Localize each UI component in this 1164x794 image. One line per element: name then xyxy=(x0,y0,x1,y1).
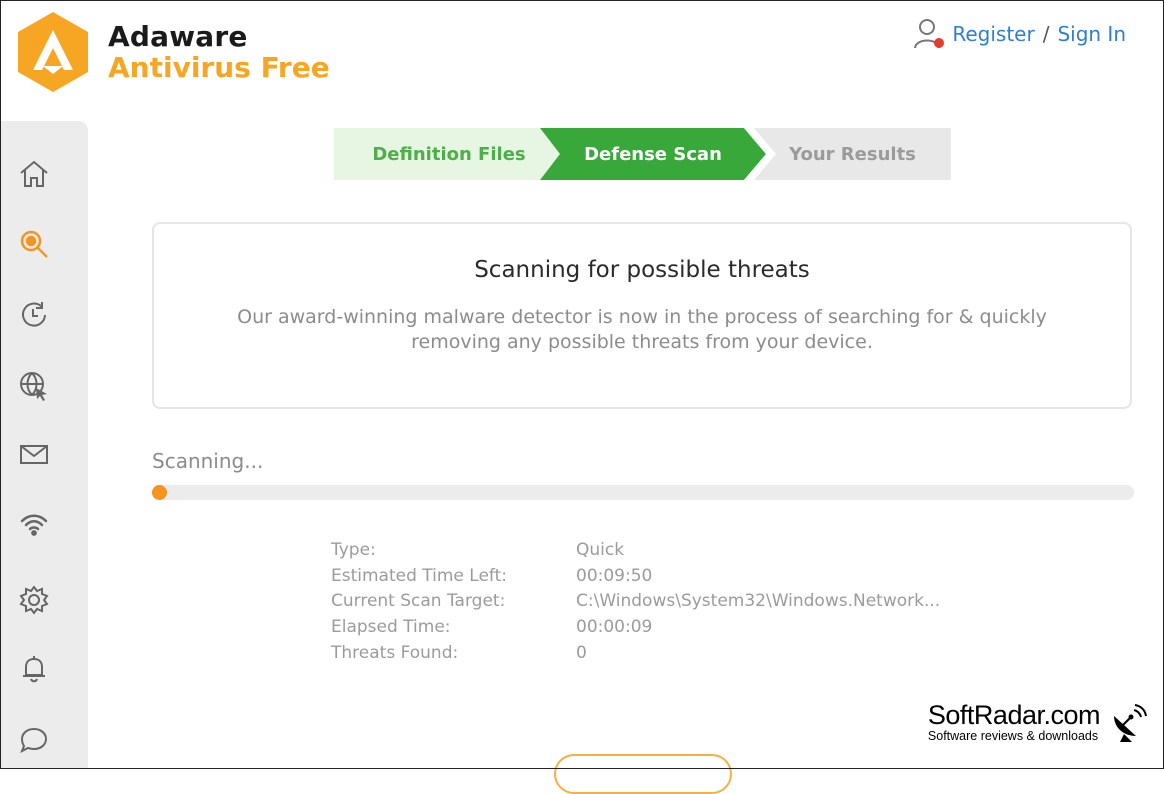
detail-label: Elapsed Time: xyxy=(331,617,451,638)
watermark-subtitle: Software reviews & downloads xyxy=(927,729,1099,743)
detail-row: Threats Found: 0 xyxy=(331,640,966,666)
detail-row: Estimated Time Left: 00:09:50 xyxy=(331,563,966,589)
detail-row: Elapsed Time: 00:00:09 xyxy=(331,614,966,640)
scan-progress-bar xyxy=(152,485,1134,500)
detail-label: Current Scan Target: xyxy=(331,591,506,612)
detail-label: Threats Found: xyxy=(331,643,459,664)
detail-value: 00:09:50 xyxy=(576,565,653,586)
web-protection-icon[interactable] xyxy=(17,369,51,403)
card-description: Our award-winning malware detector is no… xyxy=(237,306,1047,353)
detail-row: Current Scan Target: C:\Windows\System32… xyxy=(331,589,966,615)
history-icon[interactable] xyxy=(17,298,51,332)
notifications-icon[interactable] xyxy=(17,651,51,685)
detail-value: 0 xyxy=(576,643,587,664)
scanning-status: Scanning... xyxy=(152,449,264,473)
adaware-logo xyxy=(18,12,88,92)
wifi-icon[interactable] xyxy=(17,507,51,541)
user-icon[interactable] xyxy=(914,18,945,50)
step-your-results[interactable]: Your Results xyxy=(754,128,951,180)
home-icon[interactable] xyxy=(17,157,51,191)
detail-label: Type: xyxy=(331,539,376,560)
watermark-title: SoftRadar.com xyxy=(927,700,1101,730)
sign-in-link[interactable]: Sign In xyxy=(1057,22,1126,46)
progress-indicator xyxy=(152,485,167,500)
account-links: Register / Sign In xyxy=(914,18,1126,50)
detail-value: Quick xyxy=(576,539,625,560)
detail-value: 00:00:09 xyxy=(576,617,653,638)
scan-steps: Definition Files Defense Scan Your Resul… xyxy=(334,128,951,180)
product-name: Antivirus Free xyxy=(108,51,330,84)
scan-details: Type: Quick Estimated Time Left: 00:09:5… xyxy=(331,537,966,666)
scan-action-button[interactable] xyxy=(554,754,732,794)
settings-icon[interactable] xyxy=(17,583,51,617)
brand-name: Adaware xyxy=(108,20,248,53)
scan-info-card: Scanning for possible threats Our award-… xyxy=(152,222,1132,409)
step-defense-scan[interactable]: Defense Scan xyxy=(540,128,766,180)
card-title: Scanning for possible threats xyxy=(474,257,810,283)
softradar-watermark: SoftRadar.com Software reviews & downloa… xyxy=(927,700,1147,743)
detail-label: Estimated Time Left: xyxy=(331,565,508,586)
detail-value: C:\Windows\System32\Windows.Network... xyxy=(576,591,941,612)
register-link[interactable]: Register xyxy=(952,22,1034,46)
mail-icon[interactable] xyxy=(17,437,51,471)
account-separator: / xyxy=(1042,22,1050,46)
step-definition-files[interactable]: Definition Files xyxy=(334,128,564,180)
scan-icon[interactable] xyxy=(17,227,51,261)
chat-icon[interactable] xyxy=(17,723,51,757)
satellite-dish-icon xyxy=(1114,704,1147,742)
detail-row: Type: Quick xyxy=(331,537,966,563)
sidebar xyxy=(0,121,88,769)
